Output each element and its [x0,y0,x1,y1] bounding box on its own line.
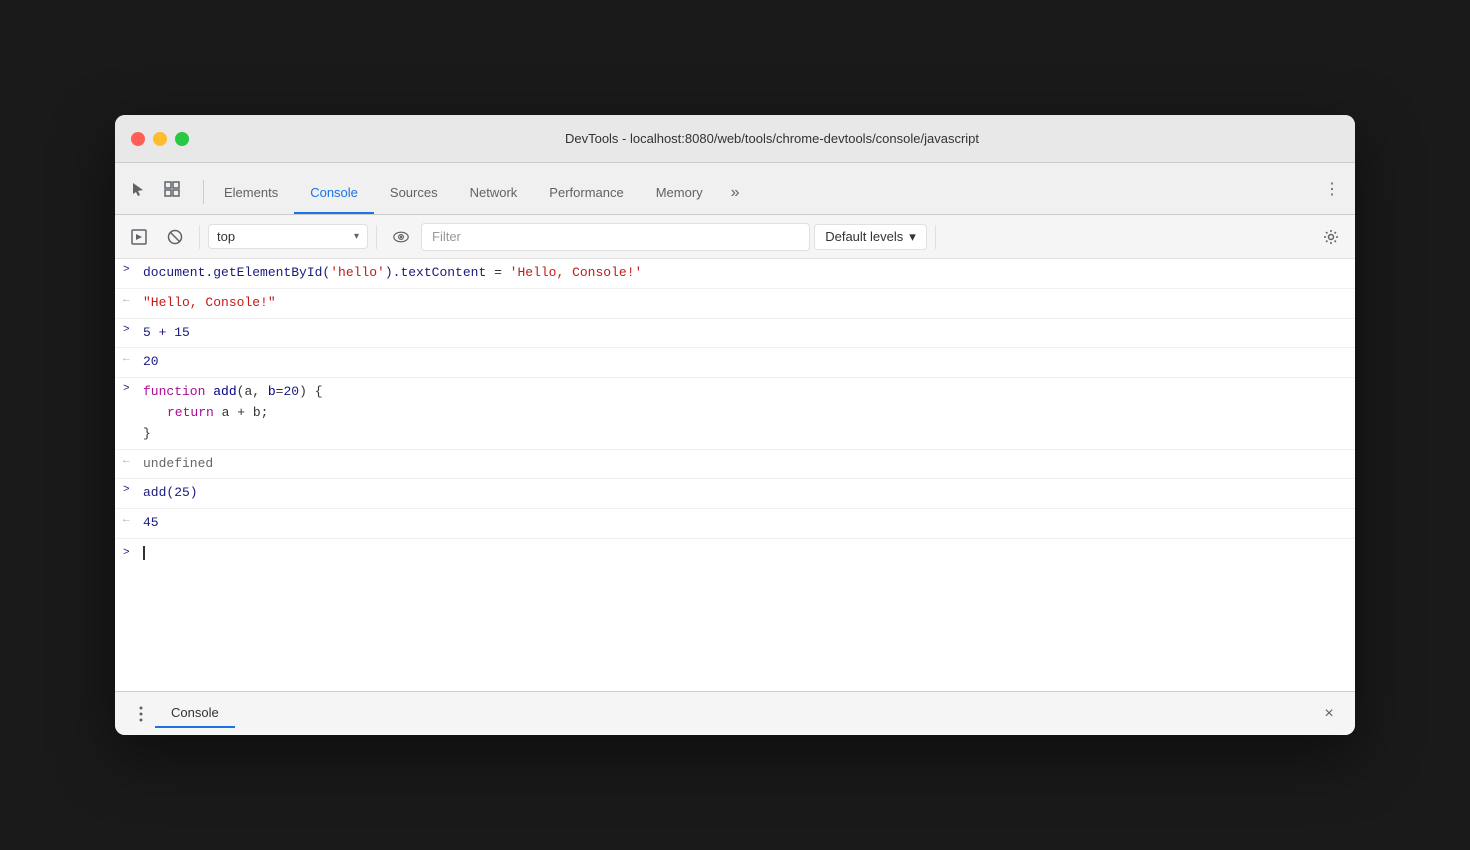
console-output[interactable]: > document.getElementById('hello').textC… [115,259,1355,691]
levels-label: Default levels [825,229,903,244]
console-line-4: ← 20 [115,348,1355,378]
tab-divider [203,180,204,204]
toolbar-divider-3 [935,225,936,249]
tab-toolbar-icons [123,174,187,214]
tab-end-icons: ⋮ [1317,174,1347,214]
console-code-2: "Hello, Console!" [143,293,1347,314]
tab-bar: Elements Console Sources Network Perform… [115,163,1355,215]
devtools-window: DevTools - localhost:8080/web/tools/chro… [115,115,1355,735]
cursor-icon-btn[interactable] [123,174,153,204]
output-arrow-6: ← [123,454,143,467]
input-arrow-7: > [123,483,143,496]
output-arrow-8: ← [123,513,143,526]
console-code-6: undefined [143,454,1347,475]
tab-network[interactable]: Network [454,172,534,214]
tab-sources[interactable]: Sources [374,172,454,214]
input-arrow-1: > [123,263,143,276]
log-levels-button[interactable]: Default levels ▾ [814,224,927,250]
console-line-8: ← 45 [115,509,1355,539]
tab-console[interactable]: Console [294,172,374,214]
console-input-line[interactable]: > [115,539,1355,567]
console-line-5: > function add(a, b=20) { return a + b; … [115,378,1355,449]
clear-console-button[interactable] [159,221,191,253]
console-line-2: ← "Hello, Console!" [115,289,1355,319]
tab-memory[interactable]: Memory [640,172,719,214]
console-code-4: 20 [143,352,1347,373]
cursor [143,546,145,560]
drawer-close-button[interactable]: × [1315,700,1343,728]
drawer-dots-button[interactable] [127,700,155,728]
toolbar-divider-1 [199,225,200,249]
console-line-3: > 5 + 15 [115,319,1355,349]
output-arrow-4: ← [123,352,143,365]
close-button[interactable] [131,132,145,146]
more-menu-button[interactable]: ⋮ [1317,174,1347,204]
live-expression-button[interactable] [385,221,417,253]
execute-script-button[interactable] [123,221,155,253]
console-toolbar: top ▾ Default levels ▾ [115,215,1355,259]
context-value: top [217,229,348,244]
console-code-7: add(25) [143,483,1347,504]
traffic-lights [131,132,189,146]
console-code-8: 45 [143,513,1347,534]
tab-elements[interactable]: Elements [208,172,294,214]
minimize-button[interactable] [153,132,167,146]
console-line-6: ← undefined [115,450,1355,480]
levels-arrow-icon: ▾ [909,229,916,245]
context-selector[interactable]: top ▾ [208,224,368,249]
bottom-drawer: Console × [115,691,1355,735]
input-arrow-active: > [123,546,143,559]
console-line-7: > add(25) [115,479,1355,509]
console-code-5: function add(a, b=20) { return a + b; } [143,382,1347,444]
output-arrow-2: ← [123,293,143,306]
input-arrow-5: > [123,382,143,395]
toolbar-divider-2 [376,225,377,249]
input-arrow-3: > [123,323,143,336]
tab-performance[interactable]: Performance [533,172,639,214]
window-title: DevTools - localhost:8080/web/tools/chro… [205,131,1339,146]
console-code-3: 5 + 15 [143,323,1347,344]
title-bar: DevTools - localhost:8080/web/tools/chro… [115,115,1355,163]
filter-input[interactable] [421,223,810,251]
maximize-button[interactable] [175,132,189,146]
console-line-1: > document.getElementById('hello').textC… [115,259,1355,289]
inspect-icon-btn[interactable] [157,174,187,204]
drawer-console-tab[interactable]: Console [155,699,235,728]
settings-button[interactable] [1315,221,1347,253]
console-code-1: document.getElementById('hello').textCon… [143,263,1347,284]
tab-more-button[interactable]: » [719,172,752,214]
context-arrow-icon: ▾ [354,231,359,242]
